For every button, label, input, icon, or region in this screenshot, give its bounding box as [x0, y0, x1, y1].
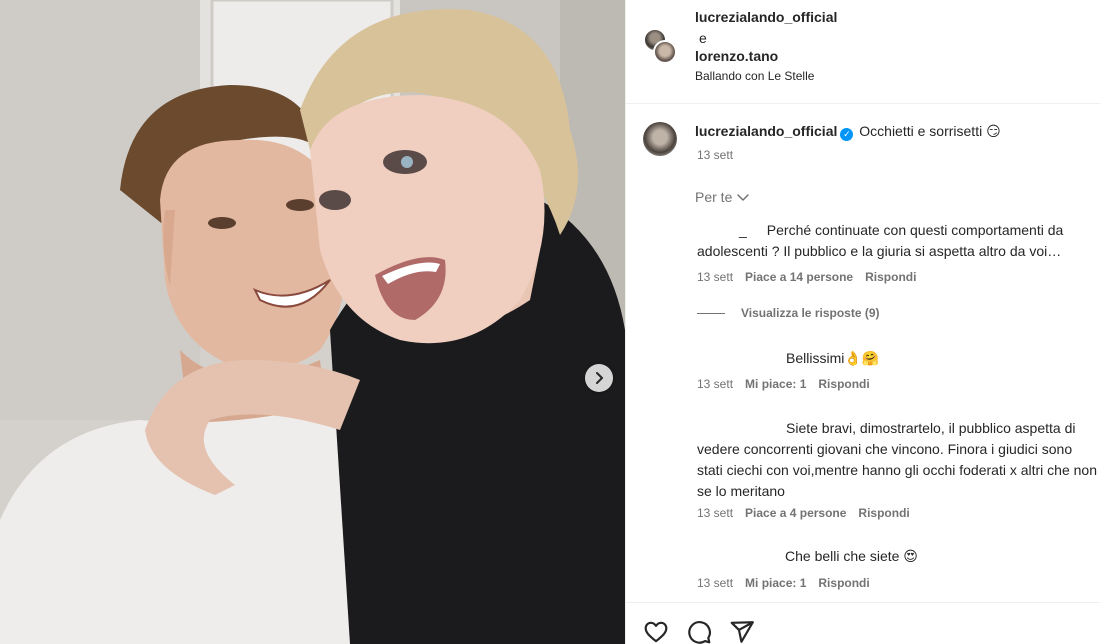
coauthor-avatars[interactable] — [643, 28, 679, 66]
caption: lucrezialando_official ✓ Occhietti e sorr… — [695, 121, 1001, 141]
reply-button[interactable]: Rispondi — [865, 270, 916, 284]
replies-divider — [697, 312, 725, 314]
comment-likes[interactable]: Piace a 4 persone — [745, 506, 846, 520]
comment-text: Siete bravi, dimostrartelo, il pubblico … — [697, 420, 1097, 499]
chevron-right-icon — [596, 372, 603, 384]
comment-text: Che belli che siete 😍 — [785, 548, 918, 564]
comment-meta: 13 sett Piace a 4 persone Rispondi — [697, 506, 910, 520]
comment-bubble-icon[interactable] — [686, 619, 712, 644]
caption-time[interactable]: 13 sett — [697, 148, 733, 162]
comment-meta: 13 sett Mi piace: 1 Rispondi — [697, 576, 870, 590]
paper-plane-icon[interactable] — [729, 619, 755, 644]
post-photo — [0, 0, 625, 644]
view-replies-button[interactable]: Visualizza le risposte (9) — [697, 306, 880, 320]
comment-time[interactable]: 13 sett — [697, 506, 733, 520]
comments-panel: lucrezialando_official e lorenzo.tano Ba… — [625, 0, 1100, 644]
comment-meta: 13 sett Piace a 14 persone Rispondi — [697, 270, 916, 284]
selfie-illustration — [0, 0, 625, 644]
comment-time[interactable]: 13 sett — [697, 576, 733, 590]
sort-label: Per te — [695, 189, 733, 205]
post-header: lucrezialando_official e lorenzo.tano Ba… — [626, 0, 1100, 104]
coauthor-avatar[interactable] — [653, 40, 677, 64]
comment-username[interactable]: _ — [739, 222, 747, 238]
comment-meta: 13 sett Mi piace: 1 Rispondi — [697, 377, 870, 391]
caption-avatar[interactable] — [643, 122, 677, 156]
caption-username[interactable]: lucrezialando_official — [695, 123, 837, 139]
post-actions — [626, 602, 1100, 644]
next-photo-button[interactable] — [585, 364, 613, 392]
chevron-down-icon — [737, 194, 750, 201]
reply-button[interactable]: Rispondi — [818, 576, 869, 590]
author-conjunction: e — [699, 30, 707, 46]
verified-badge-icon: ✓ — [840, 128, 854, 141]
comment-likes[interactable]: Mi piace: 1 — [745, 576, 806, 590]
comment-text: Bellissimi👌🤗 — [786, 350, 880, 366]
comment-body: Perché continuate con questi comportamen… — [697, 222, 1064, 259]
comment-time[interactable]: 13 sett — [697, 377, 733, 391]
comment-likes[interactable]: Mi piace: 1 — [745, 377, 806, 391]
comment-time[interactable]: 13 sett — [697, 270, 733, 284]
audio-link[interactable]: Ballando con Le Stelle — [695, 69, 814, 83]
comment-text: _ Perché continuate con questi comportame… — [697, 220, 1100, 262]
reply-button[interactable]: Rispondi — [818, 377, 869, 391]
comment-likes[interactable]: Piace a 14 persone — [745, 270, 853, 284]
view-replies-label: Visualizza le risposte (9) — [741, 306, 880, 320]
coauthor-username[interactable]: lorenzo.tano — [695, 48, 778, 64]
reply-button[interactable]: Rispondi — [858, 506, 909, 520]
heart-icon[interactable] — [643, 619, 669, 644]
caption-text: Occhietti e sorrisetti 😏 — [859, 123, 1001, 139]
author-username[interactable]: lucrezialando_official — [695, 9, 837, 25]
sort-dropdown[interactable]: Per te — [695, 189, 750, 205]
